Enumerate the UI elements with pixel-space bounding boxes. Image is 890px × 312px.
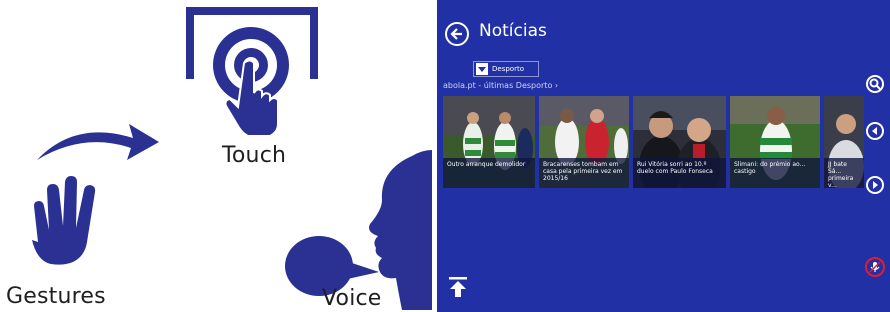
news-tile[interactable]: Outro arranque demolidor (443, 96, 535, 188)
scroll-to-top-button[interactable] (447, 276, 469, 298)
back-arrow-icon (450, 28, 462, 40)
news-tile[interactable]: JJ bate Sá... primeira v... (824, 96, 864, 188)
news-tile[interactable]: Bracarenses tombam em casa pela primeira… (539, 96, 629, 188)
news-app-screen: Notícias Desporto abola.pt - últimas Des… (437, 0, 890, 312)
next-button[interactable] (866, 176, 884, 194)
news-tile-caption: JJ bate Sá... primeira v... (824, 158, 864, 188)
gestures-label: Gestures (6, 284, 106, 309)
chevron-down-icon (476, 63, 488, 75)
voice-label: Voice (322, 286, 382, 311)
news-tiles-strip: Outro arranque demolidor Bracarenses tom… (443, 96, 890, 188)
touch-icon (186, 7, 318, 137)
back-button[interactable] (445, 22, 469, 46)
touch-label: Touch (222, 143, 287, 168)
chevron-right-icon (873, 181, 878, 189)
swipe-arrow-icon (37, 124, 159, 160)
previous-button[interactable] (866, 122, 884, 140)
chevron-left-icon (872, 127, 877, 135)
microphone-button[interactable] (865, 257, 885, 277)
news-tile-caption: Slimani: do prémio ao... castigo (730, 158, 820, 188)
news-tile-caption: Outro arranque demolidor (443, 158, 535, 188)
arrow-up-icon (449, 277, 467, 297)
search-icon (869, 78, 881, 90)
hand-gesture-icon (32, 176, 96, 265)
section-header-link[interactable]: abola.pt - últimas Desporto › (443, 81, 558, 90)
category-dropdown-label: Desporto (492, 65, 524, 73)
microphone-icon (869, 261, 881, 273)
news-tile[interactable]: Rui Vitória sorri ao 10.º duelo com Paul… (633, 96, 726, 188)
page-title: Notícias (479, 21, 547, 41)
category-dropdown[interactable]: Desporto (473, 61, 539, 77)
news-tile[interactable]: Slimani: do prémio ao... castigo (730, 96, 820, 188)
input-methods-illustration: Touch Gestures Voice (0, 0, 432, 312)
news-tile-caption: Rui Vitória sorri ao 10.º duelo com Paul… (633, 158, 726, 188)
news-tile-caption: Bracarenses tombam em casa pela primeira… (539, 158, 629, 188)
search-button[interactable] (866, 75, 884, 93)
